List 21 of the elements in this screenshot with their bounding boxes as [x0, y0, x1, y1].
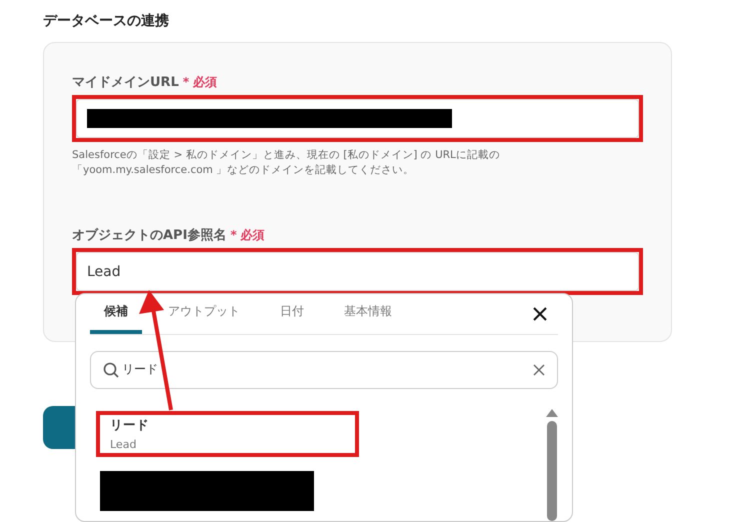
- search-field[interactable]: リード: [90, 350, 558, 389]
- text-field[interactable]: Lead: [76, 252, 639, 291]
- field-label: マイドメインURL: [72, 74, 179, 91]
- help-text: Salesforceの「設定 > 私のドメイン」と進み、現在の [私のドメイン] の URLに記載の: [72, 148, 501, 163]
- search-icon: [103, 362, 119, 378]
- help-text: 「yoom.my.salesforce.com 」などのドメインを記載してください。: [72, 163, 416, 178]
- close-icon: [533, 364, 545, 376]
- required-tag: 必須: [193, 74, 218, 91]
- clear-button[interactable]: [533, 364, 545, 376]
- suggestion-item[interactable]: リード Lead: [100, 415, 355, 453]
- scrollbar-thumb[interactable]: [547, 421, 557, 521]
- tab[interactable]: アウトプット: [154, 294, 254, 334]
- tab[interactable]: 日付: [266, 294, 318, 334]
- field-label: オブジェクトのAPI参照名: [72, 226, 226, 244]
- tab[interactable]: 基本情報: [330, 294, 406, 334]
- required-mark: *: [230, 228, 237, 242]
- required-tag: 必須: [240, 227, 265, 244]
- close-icon: [532, 306, 548, 322]
- required-mark: *: [182, 75, 190, 89]
- section-title: データベースの連携: [43, 12, 170, 31]
- scroll-up-icon[interactable]: [546, 409, 558, 417]
